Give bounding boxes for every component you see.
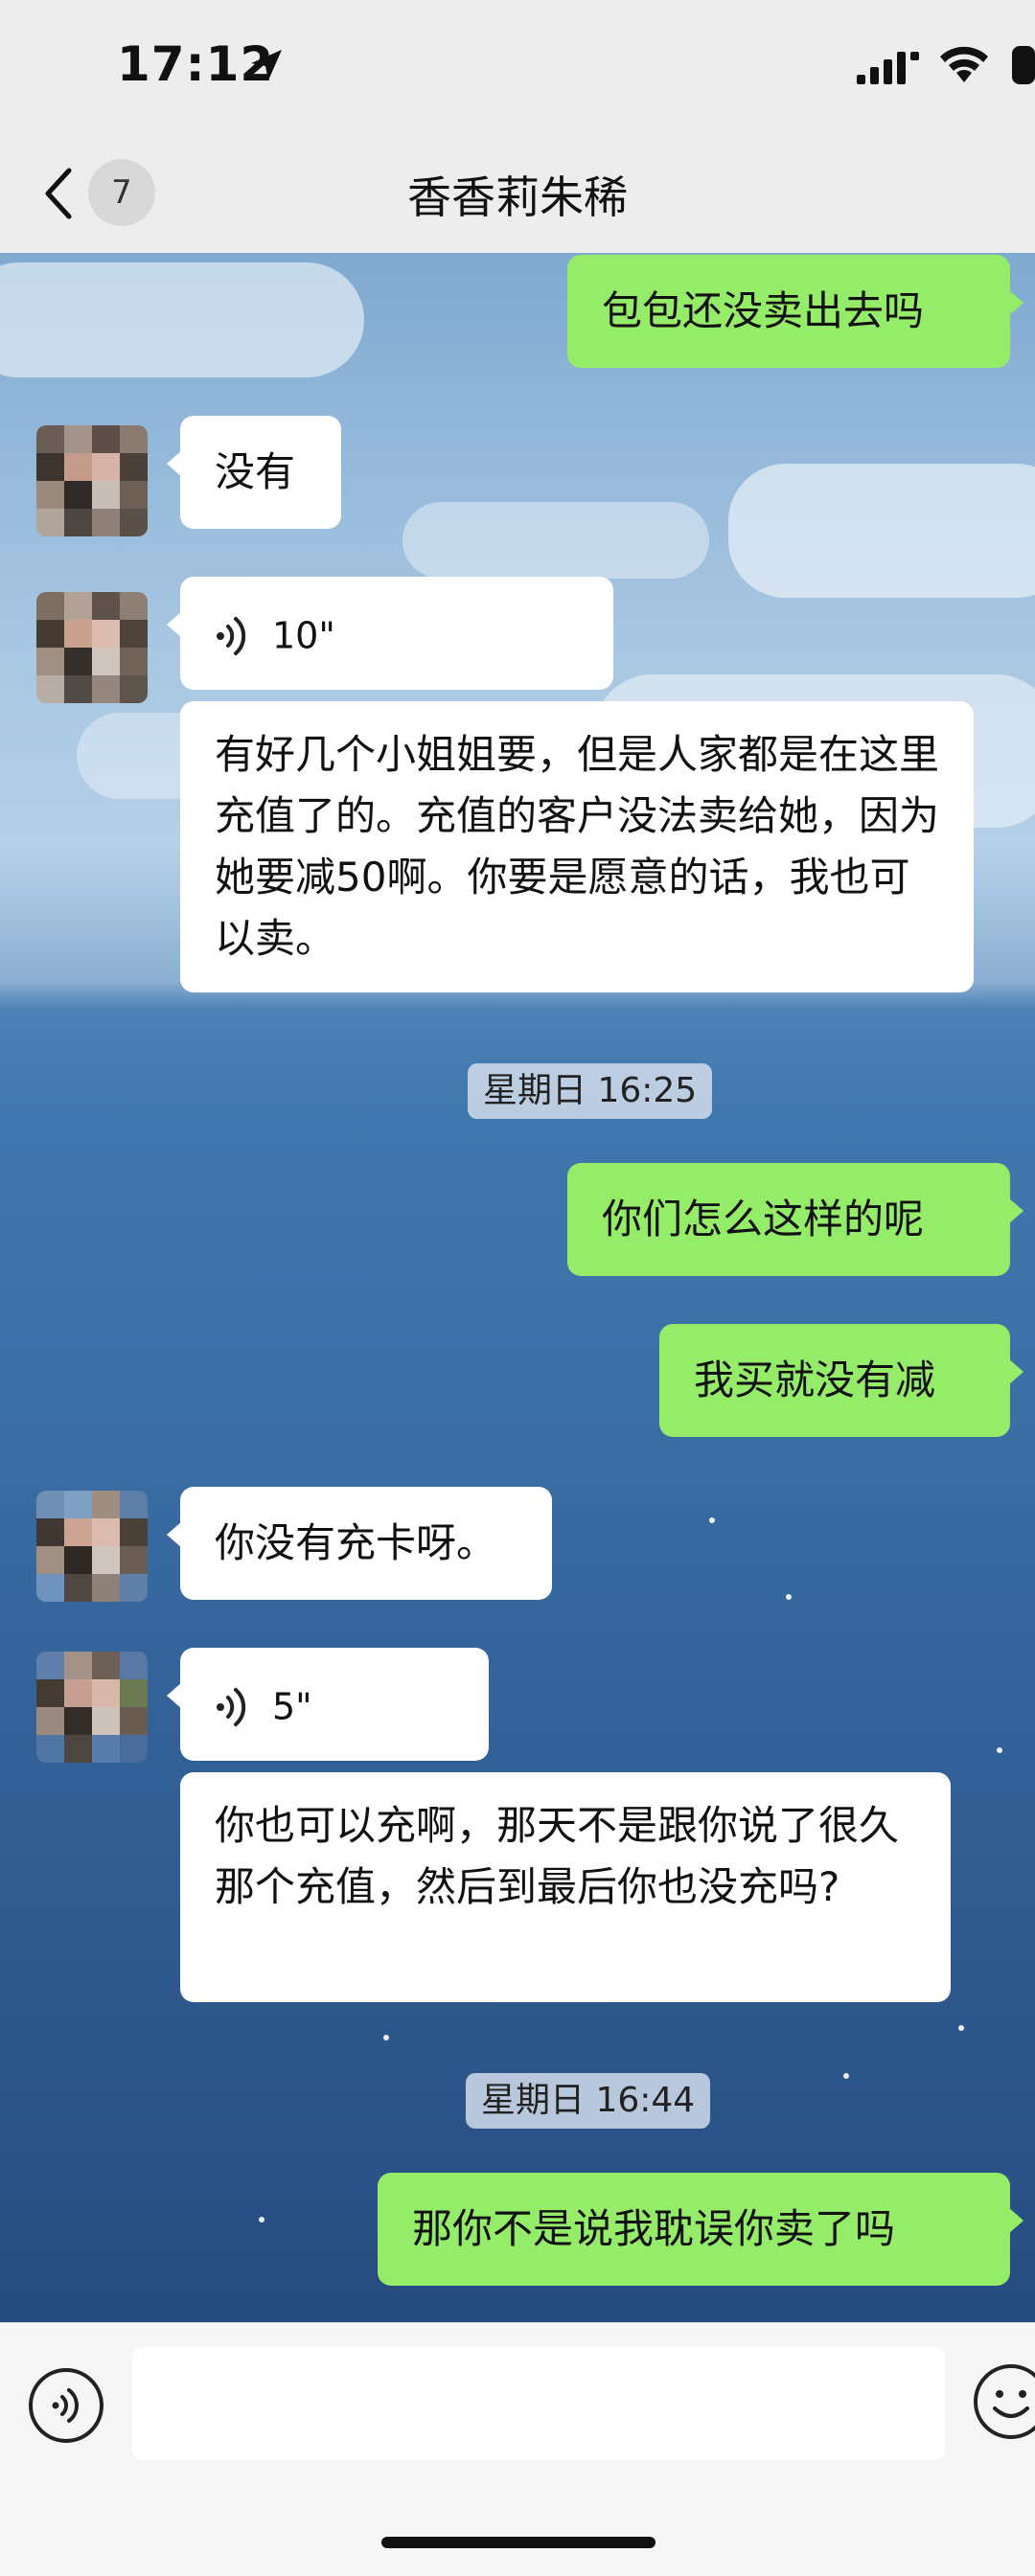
emoji-icon[interactable]	[972, 2362, 1035, 2441]
voice-input-icon[interactable]	[27, 2366, 105, 2445]
message-text: 没有	[215, 448, 296, 495]
message-bubble-incoming[interactable]: 你没有充卡呀。	[167, 1487, 552, 1600]
voice-message-bubble[interactable]: 10"	[167, 577, 613, 690]
voice-duration: 5"	[272, 1685, 312, 1728]
voice-message-bubble[interactable]: 5"	[167, 1648, 489, 1761]
message-timestamp: 星期日 16:25	[468, 1063, 713, 1119]
message-text: 你也可以充啊，那天不是跟你说了很久那个充值，然后到最后你也没充吗?	[215, 1802, 900, 1910]
battery-icon	[1012, 46, 1035, 84]
status-bar: 17:12	[0, 0, 1035, 144]
message-bubble-incoming[interactable]: 你也可以充啊，那天不是跟你说了很久那个充值，然后到最后你也没充吗?	[180, 1772, 951, 2002]
location-arrow-icon	[251, 50, 282, 80]
message-bubble-outgoing[interactable]: 那你不是说我耽误你卖了吗	[378, 2173, 1024, 2286]
voice-wave-icon	[217, 1687, 246, 1726]
signal-icon	[857, 52, 919, 84]
message-bubble-outgoing[interactable]: 我买就没有减	[659, 1324, 1024, 1437]
chat-message-list[interactable]	[0, 253, 1035, 2322]
message-bubble-incoming[interactable]: 有好几个小姐姐要，但是人家都是在这里充值了的。充值的客户没法卖给她，因为她要减5…	[180, 701, 974, 992]
message-timestamp: 星期日 16:44	[466, 2073, 711, 2129]
message-input[interactable]	[132, 2347, 945, 2460]
wifi-icon	[940, 46, 988, 82]
home-indicator[interactable]	[381, 2537, 656, 2548]
contact-avatar[interactable]	[36, 592, 148, 703]
message-bubble-outgoing[interactable]: 包包还没卖出去吗	[567, 255, 1024, 368]
voice-duration: 10"	[272, 614, 335, 657]
message-bubble-outgoing[interactable]: 你们怎么这样的呢	[567, 1163, 1024, 1276]
message-text: 你们怎么这样的呢	[602, 1196, 925, 1242]
message-text: 那你不是说我耽误你卖了吗	[412, 2205, 896, 2252]
contact-avatar[interactable]	[36, 1652, 148, 1763]
message-text: 我买就没有减	[694, 1356, 936, 1403]
voice-wave-icon	[217, 616, 246, 655]
message-text: 你没有充卡呀。	[215, 1519, 497, 1566]
chat-title: 香香莉朱稀	[407, 171, 628, 223]
contact-avatar[interactable]	[36, 425, 148, 536]
contact-avatar[interactable]	[36, 1491, 148, 1602]
message-text: 包包还没卖出去吗	[602, 287, 925, 334]
message-text: 有好几个小姐姐要，但是人家都是在这里充值了的。充值的客户没法卖给她，因为她要减5…	[215, 731, 940, 962]
message-bubble-incoming[interactable]: 没有	[167, 416, 341, 529]
